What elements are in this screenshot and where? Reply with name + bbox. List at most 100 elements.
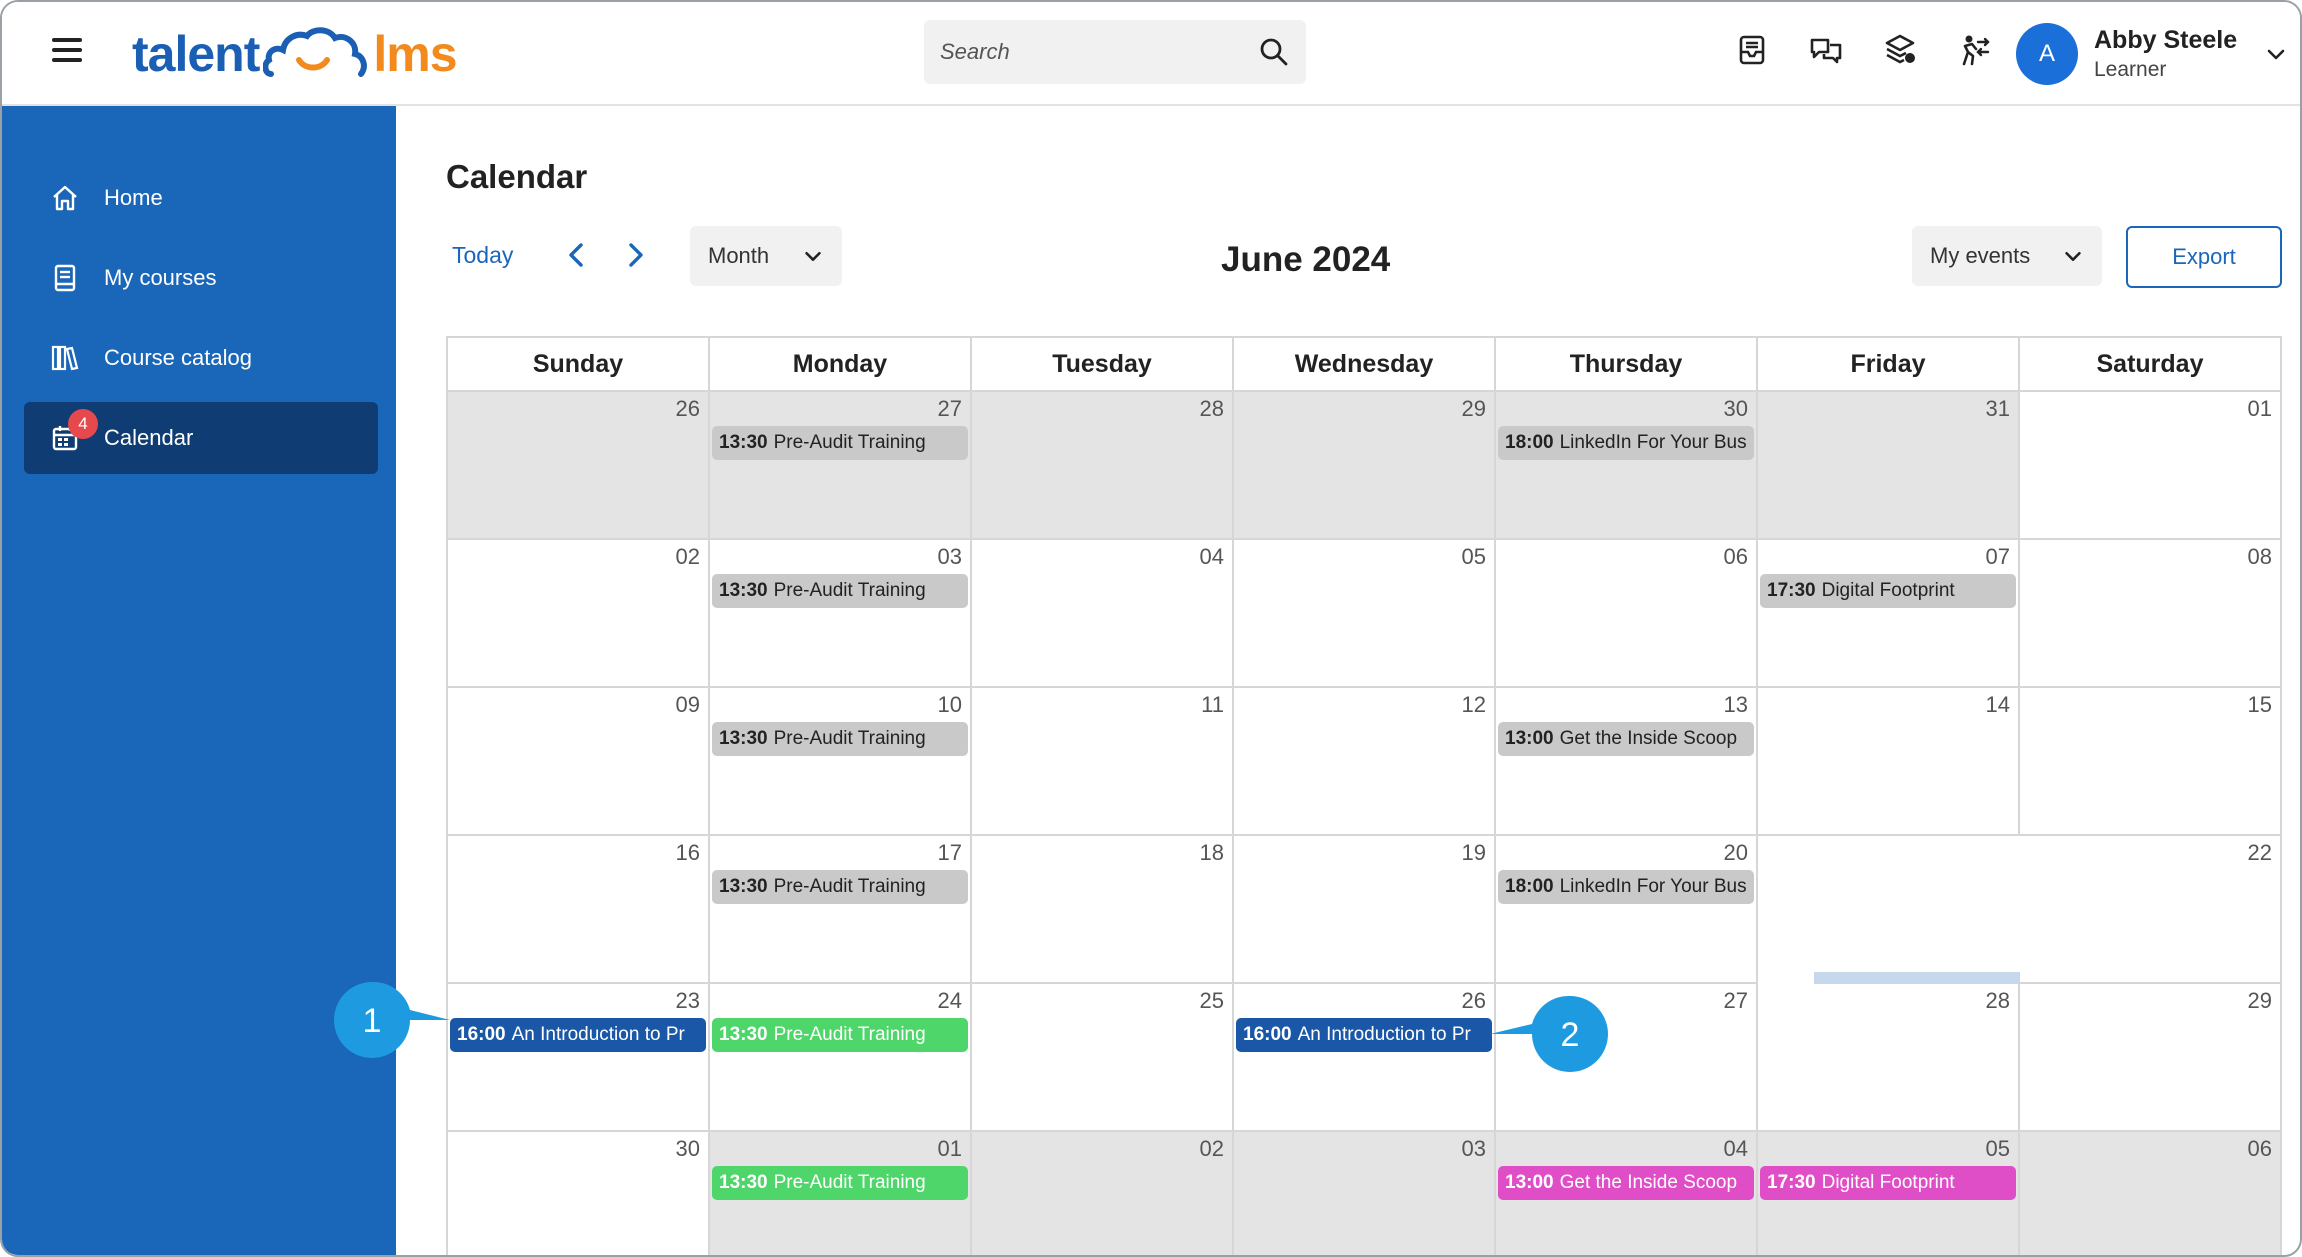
calendar-day[interactable]: 20 18:00 LinkedIn For Your Bus	[1496, 836, 1758, 984]
today-button[interactable]: Today	[452, 242, 513, 269]
hamburger-menu-icon[interactable]	[52, 38, 82, 68]
calendar-day[interactable]: 04	[972, 540, 1234, 688]
sidebar-item-my-courses[interactable]: My courses	[24, 242, 378, 314]
sidebar-item-home[interactable]: Home	[24, 162, 378, 234]
calendar-event[interactable]: 13:00 Get the Inside Scoop	[1498, 722, 1754, 756]
user-menu[interactable]: A Abby Steele Learner	[2016, 14, 2298, 94]
day-number: 02	[675, 544, 700, 569]
calendar-day[interactable]: 27 13:30 Pre-Audit Training	[710, 392, 972, 540]
inbox-icon[interactable]	[1734, 32, 1770, 68]
calendar-day[interactable]: 13 13:00 Get the Inside Scoop	[1496, 688, 1758, 836]
calendar-day[interactable]: 03 13:30 Pre-Audit Training	[710, 540, 972, 688]
chevron-left-icon[interactable]	[562, 240, 592, 270]
calendar-day[interactable]: 02	[972, 1132, 1234, 1255]
sidebar-item-label: My courses	[104, 265, 217, 290]
day-number: 05	[1461, 544, 1486, 569]
calendar-day[interactable]: 28	[972, 392, 1234, 540]
calendar-day[interactable]: 29	[1234, 392, 1496, 540]
month-title: June 2024	[1221, 240, 1391, 279]
calendar-day[interactable]: 22	[2020, 836, 2282, 984]
calendar-day[interactable]: 30 18:00 LinkedIn For Your Bus	[1496, 392, 1758, 540]
calendar-day[interactable]: 18	[972, 836, 1234, 984]
calendar-day[interactable]: 05	[1234, 540, 1496, 688]
callout-1-icon: 1	[334, 981, 450, 1058]
avatar[interactable]: A	[2016, 23, 2078, 85]
calendar-day[interactable]: 03	[1234, 1132, 1496, 1255]
calendar-event[interactable]: 13:30 Pre-Audit Training	[712, 426, 968, 460]
layers-settings-icon[interactable]	[1882, 32, 1918, 68]
calendar-day[interactable]: 02	[448, 540, 710, 688]
calendar-event[interactable]: 16:00 An Introduction to Pr	[450, 1018, 706, 1052]
switch-role-icon[interactable]	[1956, 32, 1992, 68]
export-button[interactable]: Export	[2126, 226, 2282, 288]
calendar-day[interactable]: 05 17:30 Digital Footprint	[1758, 1132, 2020, 1255]
event-time: 18:00	[1505, 432, 1554, 453]
calendar-day[interactable]: 07 17:30 Digital Footprint	[1758, 540, 2020, 688]
day-number: 13	[1723, 692, 1748, 717]
talentlms-logo[interactable]: talent lms	[132, 24, 458, 84]
search-input[interactable]	[940, 39, 1258, 65]
calendar-day[interactable]: 11	[972, 688, 1234, 836]
calendar-day[interactable]: 26 16:00 An Introduction to Pr	[1234, 984, 1496, 1132]
calendar-event[interactable]: 18:00 LinkedIn For Your Bus	[1498, 426, 1754, 460]
calendar-day[interactable]: 01 13:30 Pre-Audit Training	[710, 1132, 972, 1255]
calendar-day[interactable]: 17 13:30 Pre-Audit Training	[710, 836, 972, 984]
calendar-event[interactable]: 13:30 Pre-Audit Training	[712, 870, 968, 904]
calendar-event[interactable]: 17:30Digital Footprint	[1760, 574, 2016, 608]
calendar-grid: Sunday Monday Tuesday Wednesday Thursday Frid…	[446, 336, 2282, 1255]
sidebar-item-course-catalog[interactable]: Course catalog	[24, 322, 378, 394]
calendar-day[interactable]: 09	[448, 688, 710, 836]
event-time: 13:30	[719, 580, 768, 601]
event-time: 13:00	[1505, 728, 1554, 749]
events-filter-select[interactable]: My events	[1912, 226, 2102, 286]
calendar-day[interactable]: 29	[2020, 984, 2282, 1132]
calendar-event[interactable]: 13:30 Pre-Audit Training	[712, 574, 968, 608]
search-box[interactable]	[924, 20, 1306, 84]
day-number: 30	[675, 1136, 700, 1161]
calendar-day[interactable]: 25	[972, 984, 1234, 1132]
calendar-day[interactable]: 12	[1234, 688, 1496, 836]
calendar-day[interactable]: 08	[2020, 540, 2282, 688]
event-title: Pre-Audit Training	[773, 1172, 926, 1193]
calendar-icon-wrap: 4	[50, 409, 98, 453]
day-number: 12	[1461, 692, 1486, 717]
day-number: 01	[937, 1136, 962, 1161]
discussions-icon[interactable]	[1808, 32, 1844, 68]
calendar-event[interactable]: 13:30 Pre-Audit Training	[712, 722, 968, 756]
event-time: 16:00	[1243, 1024, 1292, 1045]
calendar-event[interactable]: 13:30 Pre-Audit Training	[712, 1018, 968, 1052]
calendar-day[interactable]: 15	[2020, 688, 2282, 836]
calendar-week: 23 16:00 An Introduction to Pr 24 13:30 Pre-A…	[448, 984, 2282, 1132]
calendar-day[interactable]: 01	[2020, 392, 2282, 540]
day-number: 04	[1723, 1136, 1748, 1161]
calendar-day[interactable]: 24 13:30 Pre-Audit Training	[710, 984, 972, 1132]
calendar-event[interactable]: 13:30 Pre-Audit Training	[712, 1166, 968, 1200]
calendar-day[interactable]: 06	[1496, 540, 1758, 688]
calendar-event[interactable]: 18:00 LinkedIn For Your Bus	[1498, 870, 1754, 904]
calendar-day[interactable]: 16	[448, 836, 710, 984]
sidebar-item-calendar[interactable]: 4 Calendar	[24, 402, 378, 474]
library-icon	[51, 345, 79, 371]
calendar-week: 09 10 13:30 Pre-Audit Training 11 12 13 13:00 Ge…	[448, 688, 2282, 836]
event-title: Pre-Audit Training	[773, 580, 926, 601]
calendar-day[interactable]: 19	[1234, 836, 1496, 984]
calendar-day[interactable]: 31	[1758, 392, 2020, 540]
calendar-day[interactable]: 04 13:00 Get the Inside Scoop	[1496, 1132, 1758, 1255]
events-filter-value: My events	[1930, 243, 2031, 268]
chevron-down-icon[interactable]	[2264, 42, 2288, 66]
day-number: 23	[675, 988, 700, 1013]
calendar-day[interactable]: 28	[1758, 984, 2020, 1132]
chevron-right-icon[interactable]	[620, 240, 650, 270]
calendar-day[interactable]: 26	[448, 392, 710, 540]
view-select[interactable]: Month	[690, 226, 842, 286]
calendar-day[interactable]: 30	[448, 1132, 710, 1255]
calendar-day[interactable]: 14	[1758, 688, 2020, 836]
calendar-day[interactable]: 10 13:30 Pre-Audit Training	[710, 688, 972, 836]
calendar-day[interactable]: 06	[2020, 1132, 2282, 1255]
calendar-day[interactable]: 23 16:00 An Introduction to Pr	[448, 984, 710, 1132]
calendar-event[interactable]: 16:00 An Introduction to Pr	[1236, 1018, 1492, 1052]
calendar-event[interactable]: 13:00 Get the Inside Scoop	[1498, 1166, 1754, 1200]
calendar-event[interactable]: 17:30Digital Footprint	[1760, 1166, 2016, 1200]
weekday-friday: Friday	[1758, 338, 2020, 392]
search-icon[interactable]	[1258, 36, 1290, 68]
